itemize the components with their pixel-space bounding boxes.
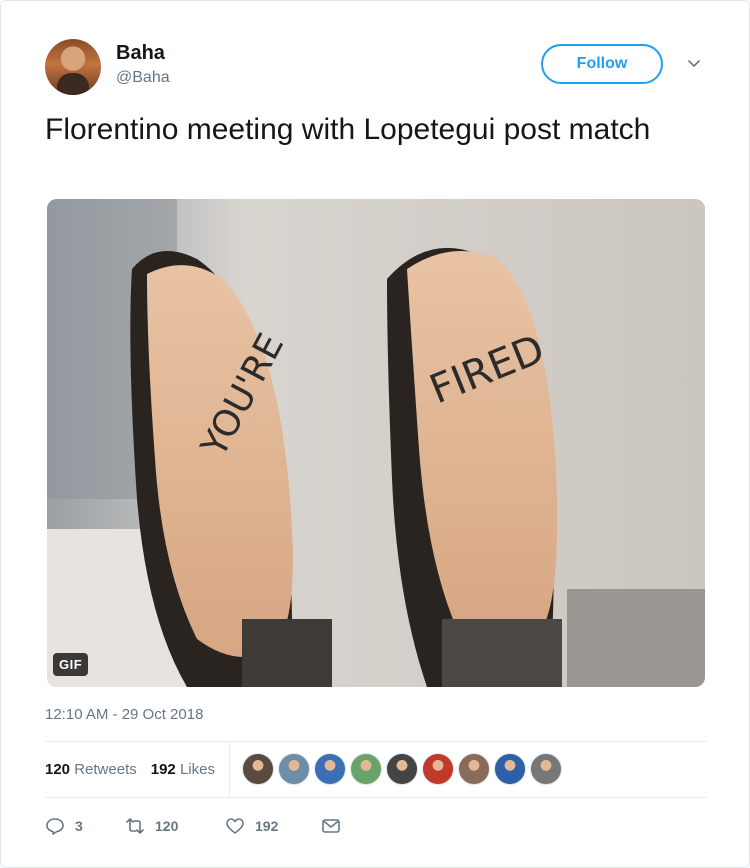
liker-avatar[interactable] — [277, 753, 310, 785]
gif-image: YOU'RE FIRED — [47, 199, 705, 687]
chevron-down-icon[interactable] — [687, 57, 701, 71]
retweet-count: 120 — [155, 818, 179, 834]
tweet-timestamp[interactable]: 12:10 AM - 29 Oct 2018 — [45, 706, 203, 723]
like-action[interactable]: 192 — [225, 816, 321, 836]
tweet-actions: 3 120 192 — [45, 809, 351, 843]
like-count: 192 — [255, 818, 279, 834]
liker-avatars — [241, 753, 566, 785]
retweets-label: Retweets — [74, 760, 137, 778]
liker-avatar[interactable] — [421, 753, 454, 785]
user-handle[interactable]: @Baha — [116, 69, 170, 87]
reply-count: 3 — [75, 818, 83, 834]
tweet-media-gif[interactable]: YOU'RE FIRED GIF — [47, 199, 705, 687]
retweets-stat[interactable]: 120 Retweets — [45, 761, 137, 778]
envelope-icon — [322, 819, 340, 833]
liker-avatar[interactable] — [241, 753, 274, 785]
liker-avatar[interactable] — [385, 753, 418, 785]
retweet-action[interactable]: 120 — [125, 816, 225, 836]
display-name[interactable]: Baha — [116, 42, 165, 65]
liker-avatar[interactable] — [529, 753, 562, 785]
heart-icon — [226, 818, 244, 834]
divider — [45, 797, 707, 798]
reply-action[interactable]: 3 — [45, 816, 125, 836]
liker-avatar[interactable] — [349, 753, 382, 785]
liker-avatar[interactable] — [493, 753, 526, 785]
tweet-card: Baha @Baha Follow Florentino meeting wit… — [0, 0, 750, 868]
tweet-text: Florentino meeting with Lopetegui post m… — [45, 113, 651, 146]
retweets-count: 120 — [45, 760, 71, 778]
retweet-icon — [126, 818, 144, 834]
avatar-figure — [57, 73, 89, 95]
likes-stat[interactable]: 192 Likes — [151, 761, 215, 778]
direct-message-action[interactable] — [321, 816, 351, 836]
likes-label: Likes — [179, 760, 215, 778]
tweet-stats: 120 Retweets 192 Likes — [45, 741, 707, 797]
avatar[interactable] — [45, 39, 101, 95]
liker-avatar[interactable] — [313, 753, 346, 785]
gif-badge: GIF — [53, 653, 89, 676]
liker-avatar[interactable] — [457, 753, 490, 785]
reply-icon — [46, 818, 64, 835]
stats-separator — [228, 741, 230, 797]
follow-button[interactable]: Follow — [541, 44, 663, 84]
likes-count: 192 — [150, 760, 176, 778]
